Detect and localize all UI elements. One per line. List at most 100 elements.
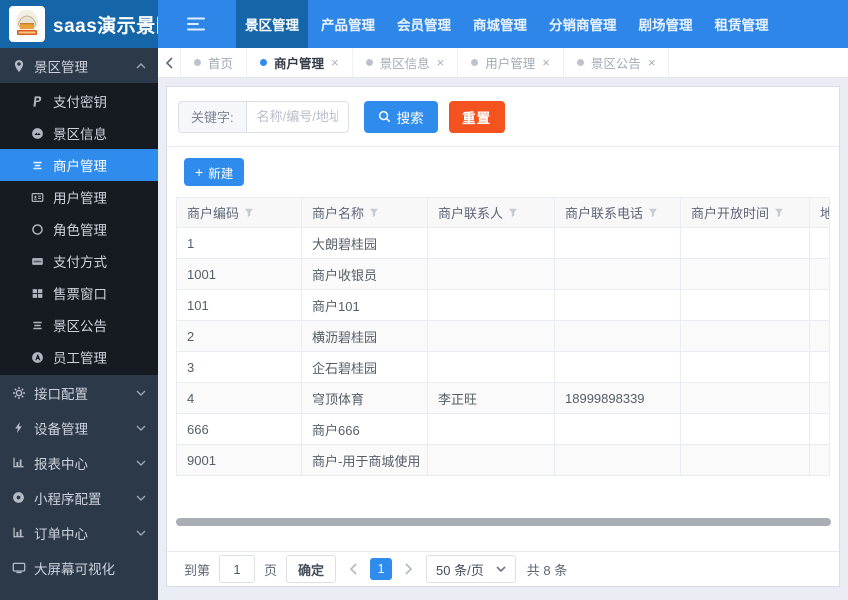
close-icon[interactable]: × — [331, 56, 339, 69]
table-cell: 666 — [176, 413, 302, 445]
merchant-table: 商户编码 商户名称 商户联系人 商户联系电话 商户开放时间 地址 1大朗碧桂园 — [167, 197, 839, 476]
table-cell — [680, 351, 810, 383]
next-page-button[interactable] — [401, 563, 417, 575]
table-row[interactable]: 3 企石碧桂园 — [176, 351, 830, 383]
topnav-item-member[interactable]: 会员管理 — [388, 0, 460, 48]
announcement-list-icon — [30, 318, 45, 333]
top-nav: 景区管理 产品管理 会员管理 商城管理 分销商管理 剧场管理 租赁管理 — [158, 0, 848, 48]
tab-user-mgmt[interactable]: 用户管理 × — [458, 48, 564, 77]
topnav-item-scenic[interactable]: 景区管理 — [236, 0, 308, 48]
table-cell: 9001 — [176, 444, 302, 476]
sidebar-group-scenic-mgmt[interactable]: 景区管理 — [0, 48, 158, 83]
sidebar-item-role-mgmt[interactable]: 角色管理 — [0, 213, 158, 245]
table-cell: 企石碧桂园 — [301, 351, 428, 383]
chevron-down-icon — [136, 460, 146, 466]
page-number-button[interactable]: 1 — [370, 558, 393, 580]
sidebar-group-label: 景区管理 — [34, 59, 88, 75]
tab-merchant-mgmt[interactable]: 商户管理 × — [247, 48, 353, 77]
filter-icon[interactable] — [369, 208, 379, 218]
table-row[interactable]: 9001 商户-用于商城使用 — [176, 444, 830, 476]
table-cell: 101 — [176, 289, 302, 321]
close-icon[interactable]: × — [437, 56, 445, 69]
sidebar-group-report-center[interactable]: 报表中心 — [0, 445, 158, 480]
table-cell — [427, 320, 555, 352]
topnav-item-distributor[interactable]: 分销商管理 — [540, 0, 626, 48]
column-header-open-time: 商户开放时间 — [680, 197, 810, 228]
close-icon[interactable]: × — [648, 56, 656, 69]
filter-icon[interactable] — [508, 208, 518, 218]
tab-scenic-notice[interactable]: 景区公告 × — [564, 48, 670, 77]
table-cell — [427, 351, 555, 383]
topnav-item-rental[interactable]: 租赁管理 — [706, 0, 778, 48]
filter-icon[interactable] — [774, 208, 784, 218]
tabs-scroll-left-button[interactable] — [158, 48, 181, 77]
payment-card-icon — [30, 254, 45, 269]
sidebar-group-label: 订单中心 — [34, 526, 88, 542]
sidebar-item-scenic-info[interactable]: 景区信息 — [0, 117, 158, 149]
sidebar-toggle-button[interactable] — [158, 0, 234, 48]
table-row[interactable]: 2 横沥碧桂园 — [176, 320, 830, 352]
reset-button-label: 重置 — [462, 110, 492, 126]
table-cell: 18999898339 — [554, 382, 681, 414]
sidebar-item-pay-method[interactable]: 支付方式 — [0, 245, 158, 277]
table-cell — [427, 444, 555, 476]
filter-icon[interactable] — [648, 208, 658, 218]
sidebar-group-order-center[interactable]: 订单中心 — [0, 515, 158, 550]
goto-page-input[interactable] — [219, 555, 256, 583]
reset-button[interactable]: 重置 — [448, 100, 505, 133]
sidebar-group-api-config[interactable]: 接口配置 — [0, 375, 158, 410]
table-cell — [680, 227, 810, 259]
logo-image — [9, 6, 45, 42]
sidebar-item-scenic-notice[interactable]: 景区公告 — [0, 309, 158, 341]
table-cell: 2 — [176, 320, 302, 352]
bolt-icon — [11, 420, 26, 435]
app-title: saas演示景区 — [53, 15, 176, 37]
table-cell: 商户101 — [301, 289, 428, 321]
column-header-merchant-name: 商户名称 — [301, 197, 428, 228]
prev-page-button[interactable] — [345, 563, 361, 575]
table-cell — [427, 258, 555, 290]
topnav-item-mall[interactable]: 商城管理 — [464, 0, 536, 48]
sidebar-item-staff-mgmt[interactable]: 员工管理 — [0, 341, 158, 373]
tab-label: 景区公告 — [590, 57, 641, 71]
sidebar-group-device-mgmt[interactable]: 设备管理 — [0, 410, 158, 445]
table-row[interactable]: 4 穹顶体育 李正旺 18999898339 — [176, 382, 830, 414]
close-icon[interactable]: × — [542, 56, 550, 69]
confirm-button[interactable]: 确定 — [286, 555, 337, 583]
table-row[interactable]: 101 商户101 — [176, 289, 830, 321]
search-button[interactable]: 搜索 — [363, 100, 438, 133]
keyword-input[interactable] — [245, 100, 349, 133]
table-row[interactable]: 666 商户666 — [176, 413, 830, 445]
sidebar-group-miniprogram-config[interactable]: 小程序配置 — [0, 480, 158, 515]
horizontal-scrollbar[interactable] — [176, 518, 831, 526]
circle-outline-icon — [30, 222, 45, 237]
column-header-contact-phone: 商户联系电话 — [554, 197, 681, 228]
filter-icon[interactable] — [244, 208, 254, 218]
merchant-list-icon — [30, 158, 45, 173]
tab-dot-icon — [576, 59, 584, 66]
topnav-item-theater[interactable]: 剧场管理 — [630, 0, 702, 48]
chevron-left-icon — [349, 563, 357, 575]
tab-dot-icon — [365, 59, 373, 66]
topnav-item-product[interactable]: 产品管理 — [312, 0, 384, 48]
page-size-select[interactable]: 50 条/页 — [426, 555, 516, 583]
table-row[interactable]: 1001 商户收银员 — [176, 258, 830, 290]
sidebar-item-big-screen[interactable]: 大屏幕可视化 — [0, 550, 158, 585]
tab-home[interactable]: 首页 — [181, 48, 248, 77]
sidebar-item-user-mgmt[interactable]: 用户管理 — [0, 181, 158, 213]
table-row[interactable]: 1 大朗碧桂园 — [176, 227, 830, 259]
table-cell — [809, 444, 830, 476]
table-cell: 李正旺 — [427, 382, 555, 414]
table-cell — [427, 413, 555, 445]
sidebar-item-merchant-mgmt[interactable]: 商户管理 — [0, 149, 158, 181]
table-cell — [680, 320, 810, 352]
staff-circle-icon — [30, 350, 45, 365]
create-button[interactable]: + 新建 — [184, 158, 245, 186]
sidebar-item-label: 员工管理 — [53, 351, 107, 366]
create-button-label: 新建 — [208, 166, 234, 181]
sidebar-item-ticket-window[interactable]: 售票窗口 — [0, 277, 158, 309]
chevron-down-icon — [136, 425, 146, 431]
content-area: 首页 商户管理 × 景区信息 × 用户管理 × 景区公告 × 关键字: 名称/编… — [158, 48, 848, 600]
tab-scenic-info[interactable]: 景区信息 × — [353, 48, 459, 77]
sidebar-item-pay-key[interactable]: 支付密钥 — [0, 85, 158, 117]
